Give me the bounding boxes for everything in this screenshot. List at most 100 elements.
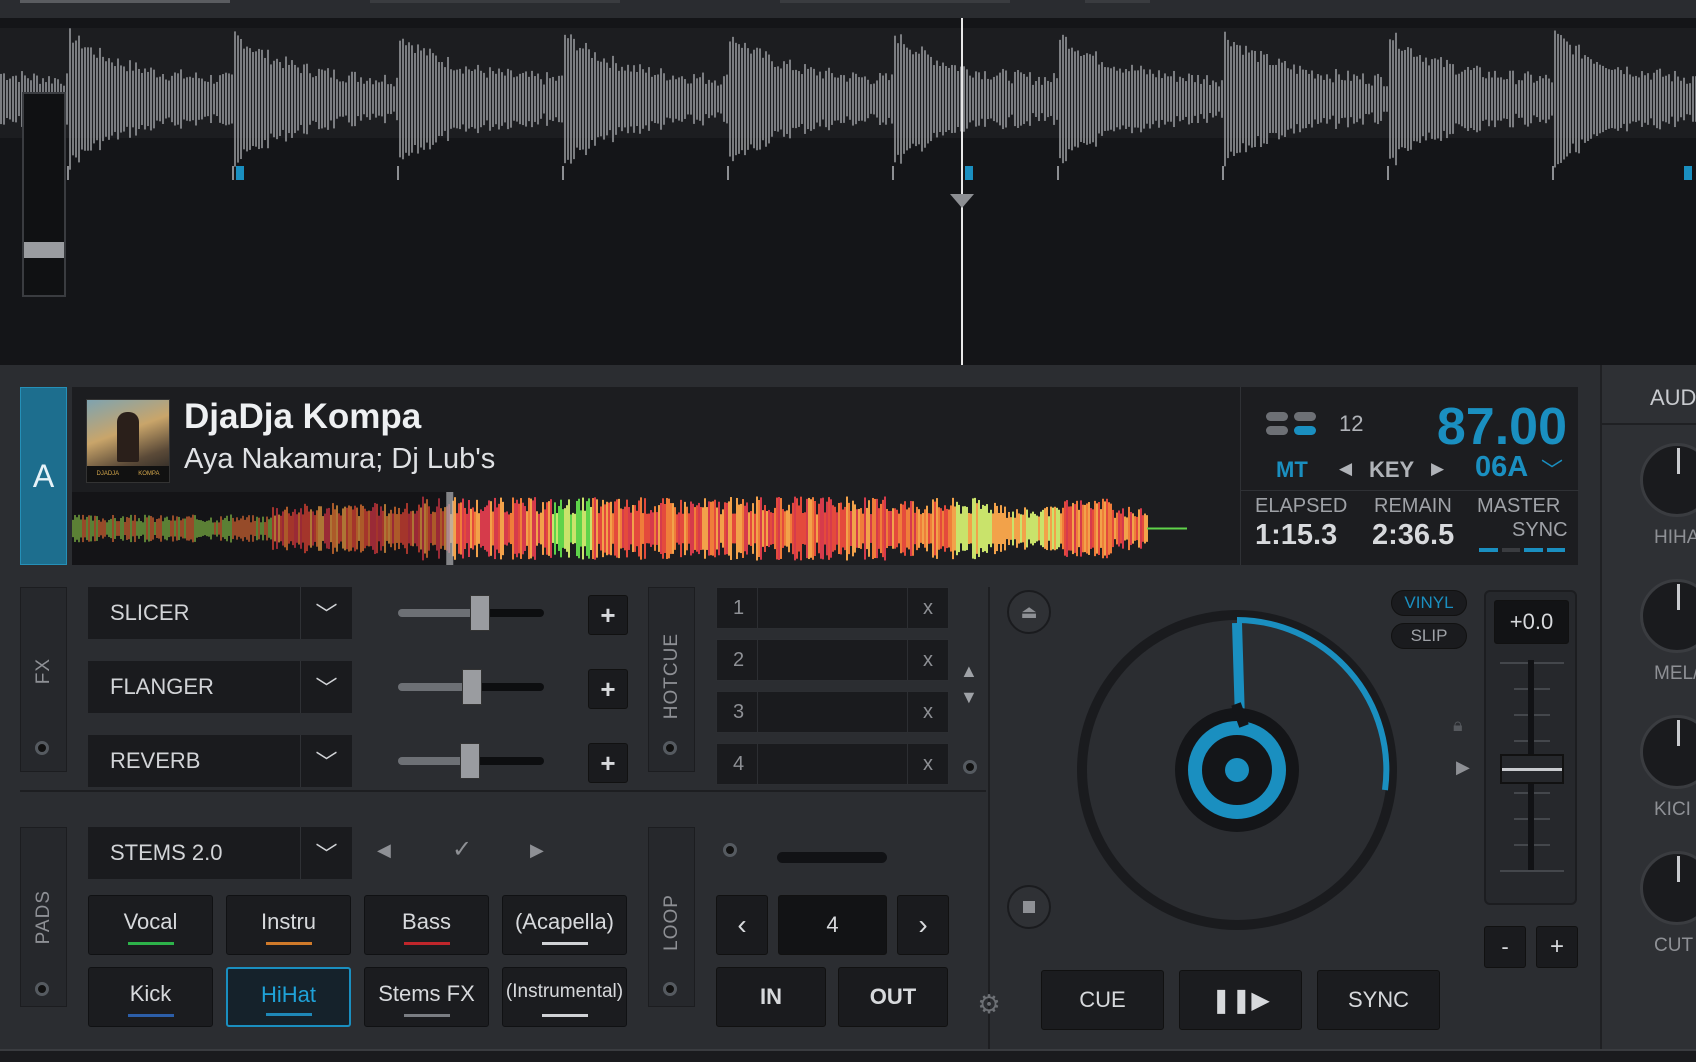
fx-amount-handle[interactable] [459, 743, 480, 779]
loop-roll-led[interactable] [723, 843, 737, 857]
side-knob[interactable] [1640, 443, 1696, 517]
hotcue-row[interactable]: 3x [716, 691, 949, 733]
phase-meter [1479, 548, 1565, 552]
fx-slot-dropdown[interactable]: SLICER ﹀ [88, 587, 352, 639]
pitch-fader-handle[interactable] [1500, 754, 1564, 784]
hotcue-number: 2 [733, 649, 745, 671]
fx-add-button[interactable]: + [588, 743, 628, 783]
toolbar-tab[interactable] [1085, 0, 1150, 3]
loop-out-button[interactable]: OUT [838, 967, 948, 1027]
hotcue-clear-button[interactable]: x [923, 597, 933, 620]
chevron-down-icon[interactable]: ﹀ [300, 587, 352, 639]
stop-button[interactable] [1007, 885, 1051, 929]
hotcue-clear-button[interactable]: x [923, 649, 933, 672]
loop-led[interactable] [663, 982, 677, 996]
fx-slot-dropdown[interactable]: FLANGER ﹀ [88, 661, 352, 713]
key-down-icon[interactable]: ◀ [1339, 459, 1352, 479]
fx-slot-dropdown[interactable]: REVERB ﹀ [88, 735, 352, 787]
pitch-plus-button[interactable]: + [1536, 926, 1578, 968]
pads-section-tab[interactable]: PADS [20, 827, 67, 1007]
eject-button[interactable]: ⏏ [1007, 590, 1051, 634]
pad-button[interactable]: Stems FX [364, 967, 489, 1027]
pitch-lock-icon[interactable]: 🔒︎ [1453, 715, 1463, 736]
loop-halve-button[interactable]: ‹ [716, 895, 768, 955]
fx-amount-slider[interactable] [398, 669, 544, 705]
zoom-slider[interactable] [22, 92, 66, 297]
fx-add-button[interactable]: + [588, 669, 628, 709]
side-knob[interactable] [1640, 715, 1696, 789]
scrolling-waveform-view[interactable] [0, 0, 1696, 365]
pad-color-bar [127, 1014, 174, 1017]
pad-button[interactable]: Kick [88, 967, 213, 1027]
pad-button[interactable]: (Acapella) [502, 895, 627, 955]
side-knob[interactable] [1640, 579, 1696, 653]
zoom-slider-handle[interactable] [24, 242, 64, 258]
deck-letter[interactable]: A [20, 387, 67, 565]
pad-button[interactable]: Bass [364, 895, 489, 955]
slip-button[interactable]: SLIP [1391, 623, 1467, 649]
hotcue-section-tab[interactable]: HOTCUE [648, 587, 695, 772]
elapsed-time[interactable]: 1:15.3 [1255, 519, 1337, 552]
overview-waveform[interactable] [72, 492, 1240, 565]
key-up-icon[interactable]: ▶ [1431, 459, 1444, 479]
pad-button[interactable]: (Instrumental) [502, 967, 627, 1027]
chevron-down-icon[interactable]: ﹀ [300, 735, 352, 787]
jog-wheel[interactable] [1072, 605, 1402, 935]
pad-button[interactable]: Instru [226, 895, 351, 955]
hotcue-row[interactable]: 1x [716, 587, 949, 629]
loop-section-tab[interactable]: LOOP [648, 827, 695, 1007]
loop-size-display[interactable]: 4 [778, 895, 887, 955]
fx-led[interactable] [35, 741, 49, 755]
hotcue-clear-button[interactable]: x [923, 753, 933, 776]
loop-double-button[interactable]: › [897, 895, 949, 955]
fx-amount-handle[interactable] [462, 669, 483, 705]
sync-label[interactable]: SYNC [1512, 519, 1568, 542]
loop-in-button[interactable]: IN [716, 967, 826, 1027]
chevron-down-icon[interactable]: ﹀ [300, 661, 352, 713]
key-value[interactable]: 06A [1475, 451, 1528, 484]
hotcue-clear-button[interactable]: x [923, 701, 933, 724]
fx-amount-handle[interactable] [469, 595, 490, 631]
knob-indicator [1677, 720, 1680, 746]
bpm-display[interactable]: 87.00 [1431, 397, 1567, 457]
album-cover: DJADJA KOMPA [86, 399, 170, 483]
pads-prev-icon[interactable]: ◀ [377, 840, 391, 861]
hotcue-row[interactable]: 2x [716, 639, 949, 681]
fx-amount-slider[interactable] [398, 743, 544, 779]
fx-add-button[interactable]: + [588, 595, 628, 635]
pad-button[interactable]: HiHat [226, 967, 351, 1027]
pads-next-icon[interactable]: ▶ [530, 840, 544, 861]
side-knob[interactable] [1640, 851, 1696, 925]
hotcue-led[interactable] [663, 741, 677, 755]
vinyl-button[interactable]: VINYL [1391, 590, 1467, 616]
toolbar-tab[interactable] [370, 0, 620, 3]
hotcue-page-up-icon[interactable]: ▲ [960, 661, 978, 682]
fx-amount-slider[interactable] [398, 595, 544, 631]
hotcue-page-led[interactable] [963, 760, 977, 774]
pitch-value[interactable]: +0.0 [1494, 600, 1569, 644]
pads-mode-dropdown[interactable]: STEMS 2.0 ﹀ [88, 827, 352, 879]
play-pause-button[interactable]: ❚❚▶ [1179, 970, 1302, 1030]
pads-led[interactable] [35, 982, 49, 996]
fx-section-tab[interactable]: FX [20, 587, 67, 772]
beatgrid-icon[interactable] [1266, 412, 1318, 436]
toolbar-tab[interactable] [780, 0, 1010, 3]
eject-icon: ⏏ [1020, 601, 1038, 622]
cue-button[interactable]: CUE [1041, 970, 1164, 1030]
pitch-arrow-icon[interactable]: ▶ [1456, 757, 1470, 778]
pitch-minus-button[interactable]: - [1484, 926, 1526, 968]
sync-button[interactable]: SYNC [1317, 970, 1440, 1030]
master-label[interactable]: MASTER [1477, 495, 1560, 518]
pad-button[interactable]: Vocal [88, 895, 213, 955]
remain-time[interactable]: 2:36.5 [1372, 519, 1454, 552]
hotcue-row[interactable]: 4x [716, 743, 949, 785]
chevron-down-icon[interactable]: ﹀ [300, 827, 352, 879]
side-header[interactable]: AUD [1650, 385, 1696, 411]
hotcue-page-down-icon[interactable]: ▼ [960, 687, 978, 708]
key-dropdown-chevron-icon[interactable]: ﹀ [1541, 453, 1563, 485]
mt-button[interactable]: MT [1276, 457, 1308, 483]
settings-gear-icon[interactable]: ⚙ [976, 991, 1002, 1017]
pads-confirm-icon[interactable]: ✓ [452, 835, 472, 864]
scrolling-waveform[interactable] [0, 18, 1696, 365]
toolbar-tab[interactable] [20, 0, 230, 3]
